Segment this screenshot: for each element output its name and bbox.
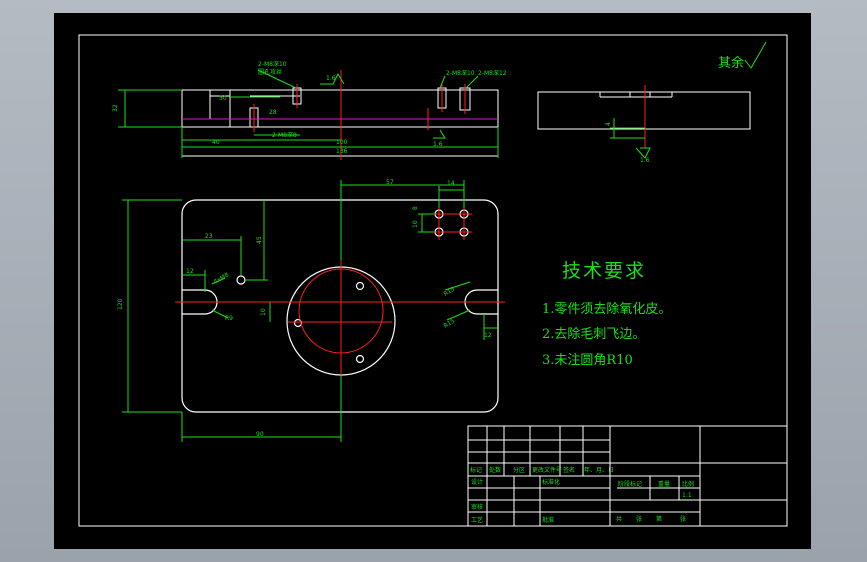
svg-text:23: 23 xyxy=(205,233,213,240)
title-block xyxy=(467,425,788,527)
svg-text:签名: 签名 xyxy=(563,466,575,474)
tech-item-2: 2.去除毛刺飞边。 xyxy=(542,327,646,342)
svg-text:张: 张 xyxy=(636,515,642,523)
svg-text:28: 28 xyxy=(269,109,277,116)
front-dim-text: 32 40 100 136 1.6 1.6 30 28 2-M8深10 圆孔攻丝… xyxy=(112,60,507,155)
svg-text:100: 100 xyxy=(336,139,348,146)
svg-text:8: 8 xyxy=(412,206,419,210)
svg-text:R15: R15 xyxy=(443,318,457,330)
svg-text:第: 第 xyxy=(656,515,662,523)
svg-text:136: 136 xyxy=(336,148,348,155)
svg-text:年、月、日: 年、月、日 xyxy=(584,466,614,474)
svg-text:45: 45 xyxy=(256,236,263,244)
plan-centerlines xyxy=(175,207,505,380)
svg-text:2-M8深10: 2-M8深10 xyxy=(446,69,475,77)
svg-text:阶段标记: 阶段标记 xyxy=(618,480,642,488)
svg-text:2-M8深10: 2-M8深10 xyxy=(258,60,287,68)
svg-text:2-M8深12: 2-M8深12 xyxy=(478,69,507,77)
svg-text:1.6: 1.6 xyxy=(433,141,443,148)
svg-text:R9: R9 xyxy=(225,315,233,322)
side-dimensions xyxy=(610,118,651,159)
side-view xyxy=(537,91,751,130)
svg-text:圆孔攻丝: 圆孔攻丝 xyxy=(258,68,282,76)
svg-text:2-M8深8: 2-M8深8 xyxy=(272,131,297,139)
inner-border xyxy=(78,34,788,527)
svg-text:共: 共 xyxy=(616,515,622,523)
svg-text:1.6: 1.6 xyxy=(640,157,650,164)
roughness-note: 其余 xyxy=(718,56,745,71)
svg-text:分区: 分区 xyxy=(513,466,525,474)
svg-text:12: 12 xyxy=(186,268,194,275)
svg-text:1.6: 1.6 xyxy=(326,75,336,82)
svg-text:批准: 批准 xyxy=(542,516,554,524)
svg-text:张: 张 xyxy=(680,515,686,523)
svg-text:14: 14 xyxy=(447,180,455,187)
tech-item-3: 3.未注圆角R10 xyxy=(542,353,633,368)
svg-text:工艺: 工艺 xyxy=(471,516,483,524)
svg-text:40: 40 xyxy=(212,139,220,146)
svg-text:90: 90 xyxy=(256,431,264,438)
plan-dim-text: 120 90 57 14 8 10 23 45 12 4xM8 R9 R15 1… xyxy=(117,179,492,438)
svg-text:审核: 审核 xyxy=(471,503,483,511)
svg-text:更改文件号: 更改文件号 xyxy=(532,466,562,474)
svg-text:处数: 处数 xyxy=(489,466,501,474)
svg-text:标准化: 标准化 xyxy=(542,478,560,486)
svg-text:比例: 比例 xyxy=(682,480,694,488)
svg-text:12: 12 xyxy=(484,332,492,339)
tech-item-1: 1.零件须去除氧化皮。 xyxy=(542,302,672,317)
svg-text:重量: 重量 xyxy=(658,480,670,488)
svg-text:4: 4 xyxy=(605,122,612,126)
svg-text:10: 10 xyxy=(260,308,267,316)
tb-mark: 标记 xyxy=(470,466,482,474)
svg-text:1:1: 1:1 xyxy=(682,492,692,499)
svg-text:120: 120 xyxy=(117,298,124,310)
svg-text:57: 57 xyxy=(386,179,394,186)
tech-requirements-title: 技术要求 xyxy=(562,260,647,282)
svg-text:32: 32 xyxy=(112,104,119,112)
plan-dimensions xyxy=(122,180,498,442)
svg-text:30: 30 xyxy=(219,95,227,102)
cad-drawing: 32 40 100 136 1.6 1.6 30 28 2-M8深10 圆孔攻丝… xyxy=(78,34,788,527)
svg-text:4xM8: 4xM8 xyxy=(213,271,231,285)
svg-text:设计: 设计 xyxy=(471,478,483,486)
svg-text:10: 10 xyxy=(412,220,419,228)
roughness-symbol xyxy=(744,41,767,69)
